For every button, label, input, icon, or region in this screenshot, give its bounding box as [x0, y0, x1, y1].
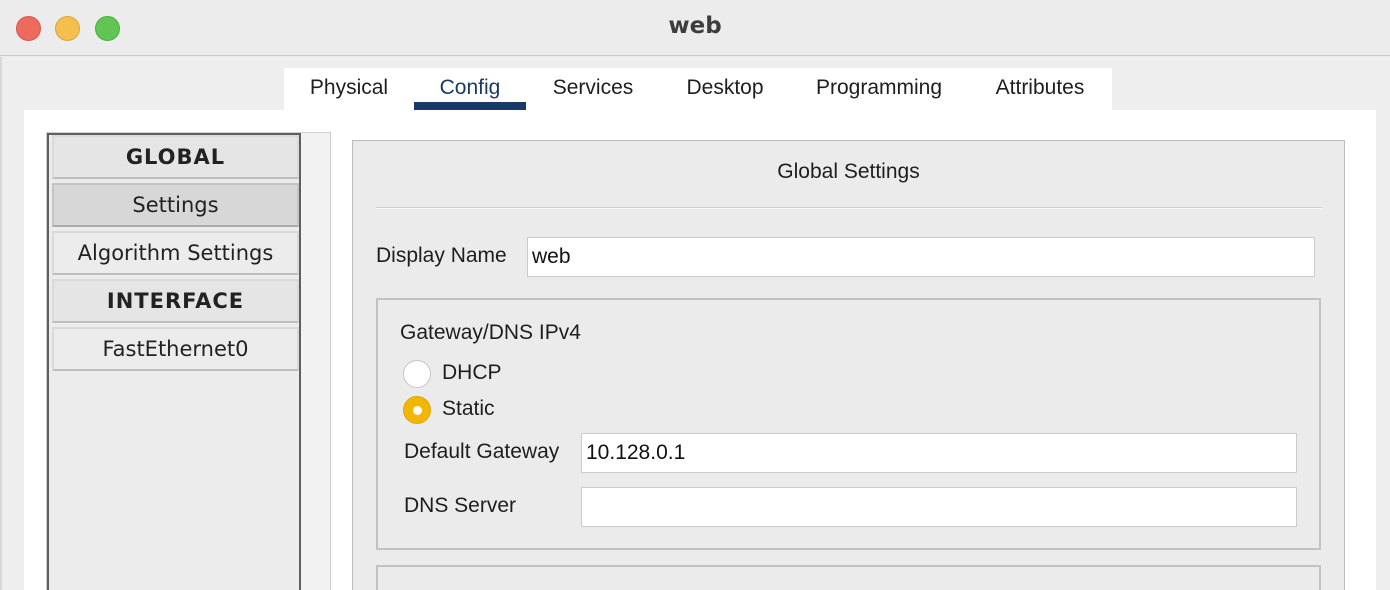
sidebar-item-fastethernet0[interactable]: FastEthernet0: [52, 327, 299, 371]
title-divider: [376, 207, 1322, 209]
dhcp-label[interactable]: DHCP: [442, 361, 502, 385]
sidebar-item-algorithm-settings[interactable]: Algorithm Settings: [52, 231, 299, 275]
tab-attributes[interactable]: Attributes: [968, 68, 1112, 110]
sidebar: GLOBAL Settings Algorithm Settings INTER…: [47, 133, 301, 590]
gateway-dns-ipv6-group: [376, 565, 1321, 590]
section-title: Global Settings: [777, 160, 920, 183]
frame-edge: [0, 57, 2, 590]
tab-desktop[interactable]: Desktop: [660, 68, 790, 110]
dns-server-label: DNS Server: [404, 494, 517, 517]
sidebar-header-global: GLOBAL: [52, 135, 299, 179]
title-bar: web: [0, 0, 1390, 56]
window-title: web: [668, 13, 722, 39]
gateway-dns-ipv4-title: Gateway/DNS IPv4: [400, 321, 581, 344]
display-name-input[interactable]: [527, 237, 1315, 277]
tab-programming[interactable]: Programming: [790, 68, 968, 110]
static-label[interactable]: Static: [442, 397, 495, 421]
sidebar-item-settings[interactable]: Settings: [52, 183, 299, 227]
default-gateway-input[interactable]: [581, 433, 1297, 473]
tab-bar: Physical Config Services Desktop Program…: [284, 68, 1112, 110]
dhcp-radio[interactable]: [403, 360, 431, 388]
static-radio[interactable]: [403, 396, 431, 424]
tab-services[interactable]: Services: [526, 68, 660, 110]
display-name-label: Display Name: [376, 244, 507, 267]
sidebar-header-interface: INTERFACE: [52, 279, 299, 323]
dns-server-input[interactable]: [581, 487, 1297, 527]
tab-config[interactable]: Config: [414, 68, 526, 110]
tab-physical[interactable]: Physical: [284, 68, 414, 110]
default-gateway-label: Default Gateway: [404, 440, 560, 463]
